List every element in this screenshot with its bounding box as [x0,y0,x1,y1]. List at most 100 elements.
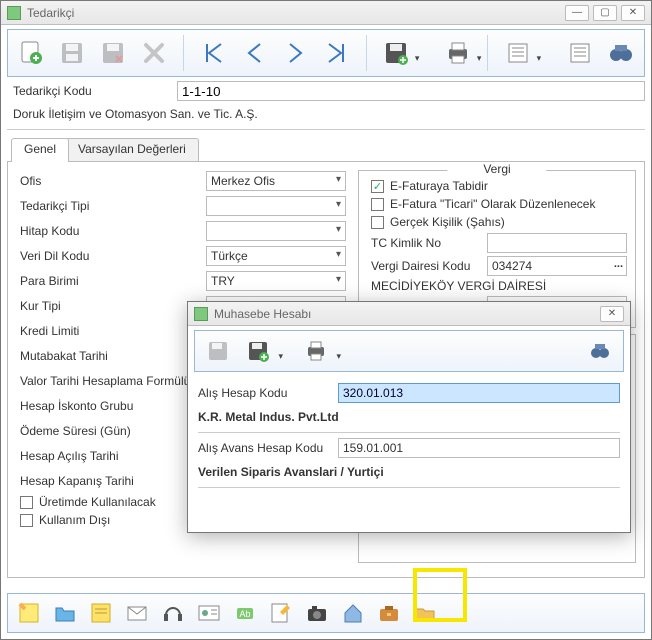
save-dropdown-icon [383,40,409,66]
new-document-icon [18,40,44,66]
ofis-combo[interactable]: Merkez Ofis [206,171,346,191]
tip-combo[interactable] [206,196,346,216]
titlebar: Tedarikçi — ▢ ✕ [1,1,651,25]
binoculars-icon [588,339,612,363]
code-input[interactable] [177,81,645,101]
previous-record-button[interactable] [241,38,268,68]
first-record-button[interactable] [200,38,227,68]
open-folder-icon [413,601,437,625]
camera-icon [305,601,329,625]
avans-desc: Verilen Siparis Avanslari / Yurtiçi [198,465,384,479]
last-record-button[interactable] [323,38,350,68]
mail-icon [125,601,149,625]
vdk-input[interactable]: 034274 [487,256,627,276]
note2-button[interactable] [86,598,116,628]
print-menu[interactable] [445,38,472,68]
next-icon [284,42,306,64]
bottom-toolbar: Ab [7,593,645,633]
last-icon [325,42,347,64]
search-button[interactable] [607,38,634,68]
divider [7,129,645,130]
gercek-checkbox[interactable] [371,216,384,229]
contact-card-icon [197,601,221,625]
eticari-checkbox[interactable] [371,198,384,211]
supplier-name: Doruk İletişim ve Otomasyon San. ve Tic.… [7,105,645,123]
tab-general[interactable]: Genel [11,138,69,162]
list-menu-2[interactable] [566,38,593,68]
vd-name: MECİDİYEKÖY VERGİ DAİRESİ [367,279,546,293]
camera-button[interactable] [302,598,332,628]
next-record-button[interactable] [282,38,309,68]
save-icon [206,339,230,363]
briefcase-icon [377,601,401,625]
avans-input[interactable]: 159.01.001 [338,438,620,458]
mutabakat-label: Mutabakat Tarihi [16,349,206,363]
kapanis-label: Hesap Kapanış Tarihi [16,474,206,488]
odeme-label: Ödeme Süresi (Gün) [16,424,206,438]
para-label: Para Birimi [16,274,206,288]
home-button[interactable] [338,598,368,628]
headset-icon [161,601,185,625]
valor-label: Valor Tarihi Hesaplama Formülü [16,374,206,388]
kullanim-label: Kullanım Dışı [39,513,110,527]
note-button[interactable] [14,598,44,628]
ofis-label: Ofis [16,174,206,188]
binoculars-icon [608,40,634,66]
briefcase-button[interactable] [374,598,404,628]
acilis-label: Hesap Açılış Tarihi [16,449,206,463]
label-button[interactable]: Ab [230,598,260,628]
separator [366,35,367,71]
uretim-label: Üretimde Kullanılacak [39,495,156,509]
window-title: Tedarikçi [27,6,565,20]
close-button[interactable]: ✕ [621,5,645,21]
dialog-close-button[interactable]: ✕ [600,306,624,322]
headset-button[interactable] [158,598,188,628]
maximize-button[interactable]: ▢ [593,5,617,21]
edit-note-icon [269,601,293,625]
delete-icon [141,40,167,66]
home-icon [341,601,365,625]
new-button[interactable] [18,38,45,68]
para-combo[interactable]: TRY [206,271,346,291]
folder-button[interactable] [50,598,80,628]
dialog-body: Alış Hesap Kodu 320.01.013 K.R. Metal In… [188,376,630,498]
efatura-checkbox[interactable] [371,180,384,193]
edit-button[interactable] [266,598,296,628]
efatura-label: E-Faturaya Tabidir [390,179,488,193]
kur-label: Kur Tipi [16,299,206,313]
dialog-save-menu[interactable] [243,336,273,366]
dil-combo[interactable]: Türkçe [206,246,346,266]
print-icon [445,40,471,66]
code-row: Tedarikçi Kodu [7,81,645,101]
delete-button[interactable] [141,38,168,68]
accounting-dialog: Muhasebe Hesabı ✕ Alış Hesap Kodu 320.01… [187,301,631,533]
list-icon [568,41,592,65]
dialog-title: Muhasebe Hesabı [214,307,600,321]
tab-defaults[interactable]: Varsayılan Değerleri [65,138,199,162]
dialog-toolbar [194,330,624,372]
dialog-search-button[interactable] [585,336,615,366]
alis-label: Alış Hesap Kodu [198,386,338,400]
hitap-combo[interactable] [206,221,346,241]
previous-icon [244,42,266,64]
mail-button[interactable] [122,598,152,628]
save-close-button[interactable] [100,38,127,68]
separator [487,35,488,71]
alis-input[interactable]: 320.01.013 [338,383,620,403]
dialog-app-icon [194,307,208,321]
contact-button[interactable] [194,598,224,628]
dialog-print-menu[interactable] [301,336,331,366]
kullanim-checkbox[interactable] [20,514,33,527]
eticari-label: E-Fatura "Ticari" Olarak Düzenlenecek [390,197,595,211]
export-save-menu[interactable] [383,38,410,68]
dialog-save-button[interactable] [203,336,233,366]
minimize-button[interactable]: — [565,5,589,21]
save-button[interactable] [59,38,86,68]
list-menu-1[interactable] [504,38,531,68]
folder2-button[interactable] [410,598,440,628]
uretim-checkbox[interactable] [20,496,33,509]
code-label: Tedarikçi Kodu [7,84,177,98]
company-name: K.R. Metal Indus. Pvt.Ltd [198,410,339,424]
vdk-label: Vergi Dairesi Kodu [367,259,487,273]
tckimlik-input[interactable] [487,233,627,253]
